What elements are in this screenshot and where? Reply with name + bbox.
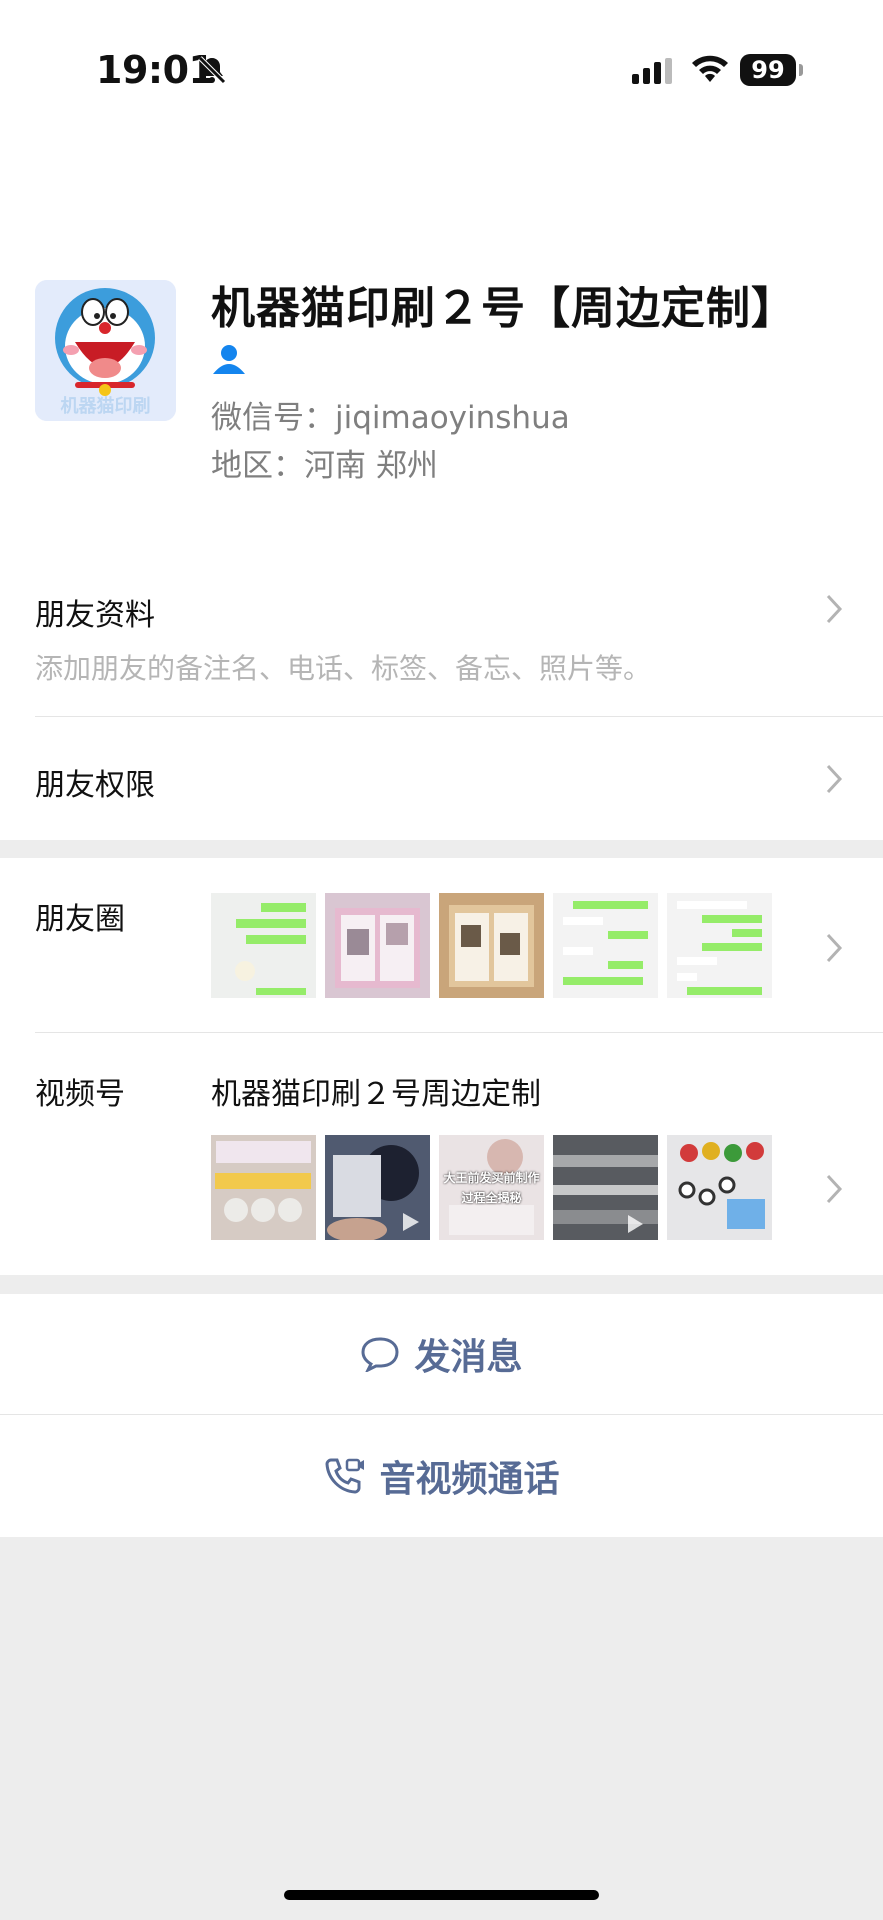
moments-row[interactable]: 朋友圈: [0, 858, 883, 1033]
channels-account-name: 机器猫印刷２号周边定制: [211, 1077, 541, 1112]
send-message-label: 发消息: [414, 1337, 523, 1378]
channel-video-thumb-4: [553, 1135, 658, 1240]
friend-permissions-row[interactable]: 朋友权限: [0, 717, 883, 840]
avatar-caption: 机器猫印刷: [60, 396, 151, 417]
friend-permissions-title: 朋友权限: [35, 768, 155, 803]
verified-person-icon: [213, 345, 245, 374]
wechat-id: 微信号：jiqimaoyinshua: [211, 400, 570, 436]
cellular-signal-icon: [632, 58, 672, 84]
moments-thumb-chat: [211, 893, 316, 998]
channel-video-thumb-1: [211, 1135, 316, 1240]
moments-title: 朋友圈: [35, 902, 125, 937]
battery-level: 99: [740, 54, 796, 86]
region: 地区：河南 郑州: [211, 448, 438, 484]
moments-thumb-chat-2: [553, 893, 658, 998]
send-message-button[interactable]: 发消息: [0, 1294, 883, 1414]
moments-thumb-album-gold: [439, 893, 544, 998]
friend-info-row[interactable]: 朋友资料 添加朋友的备注名、电话、标签、备忘、照片等。: [0, 552, 883, 717]
friend-info-title: 朋友资料: [35, 598, 155, 633]
chevron-right-icon: [826, 764, 843, 794]
friend-info-subtitle: 添加朋友的备注名、电话、标签、备忘、照片等。: [35, 652, 652, 685]
battery-tip: [799, 64, 803, 76]
channel-video-thumb-2: [325, 1135, 430, 1242]
chevron-right-icon: [826, 1174, 843, 1204]
status-bar: 19:01 99: [0, 0, 883, 192]
audio-video-call-label: 音视频通话: [379, 1459, 560, 1500]
avatar[interactable]: 机器猫印刷: [35, 280, 176, 421]
channels-row[interactable]: 视频号 机器猫印刷２号周边定制 大王前发买前制作 过程全揭秘: [0, 1033, 883, 1275]
profile-section: 机器猫印刷 机器猫印刷２号【周边定制】 微信号：jiqimaoyinshua 地…: [0, 130, 883, 553]
moments-thumb-album: [325, 893, 430, 998]
audio-video-call-button[interactable]: 音视频通话: [0, 1415, 883, 1537]
chevron-right-icon: [826, 594, 843, 624]
channel-thumb-caption-2: 过程全揭秘: [461, 1191, 522, 1205]
phone-video-icon: [325, 1458, 365, 1494]
channels-title: 视频号: [35, 1077, 125, 1112]
home-indicator[interactable]: [284, 1890, 599, 1900]
wifi-icon: [692, 55, 728, 82]
channel-video-thumb-5: [667, 1135, 772, 1240]
channel-thumb-caption-1: 大王前发买前制作: [443, 1171, 540, 1185]
channel-video-thumb-3: 大王前发买前制作 过程全揭秘: [439, 1135, 544, 1240]
chat-bubble-icon: [361, 1337, 399, 1372]
mute-bell-icon: [198, 56, 226, 84]
profile-name: 机器猫印刷２号【周边定制】: [211, 283, 796, 334]
moments-thumb-chat-3: [667, 893, 772, 998]
chevron-right-icon: [826, 933, 843, 963]
